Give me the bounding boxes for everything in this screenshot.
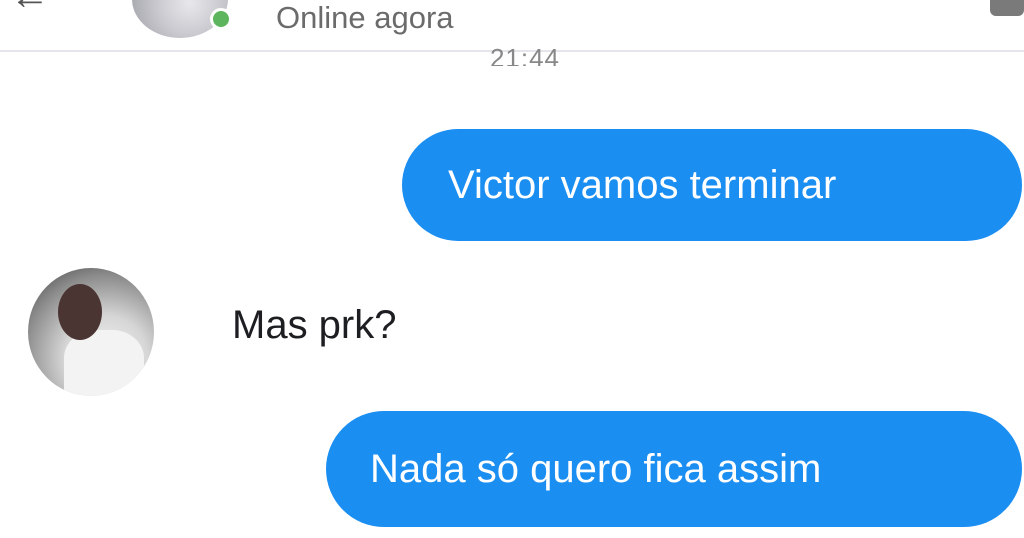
contact-avatar[interactable] xyxy=(28,268,154,396)
chat-screen: ← Online agora 21:44 Victor vamos termin… xyxy=(0,0,1024,538)
sent-message-bubble[interactable]: Victor vamos terminar xyxy=(402,129,1022,241)
message-text: Victor vamos terminar xyxy=(448,163,837,207)
back-arrow-icon[interactable]: ← xyxy=(10,0,60,16)
message-timestamp: 21:44 xyxy=(489,44,561,66)
online-status-dot xyxy=(210,8,232,30)
message-text: Mas prk? xyxy=(232,303,397,347)
message-text: Nada só quero fica assim xyxy=(370,447,822,491)
video-call-icon[interactable] xyxy=(990,0,1024,16)
online-status-text: Online agora xyxy=(276,0,454,35)
sent-message-bubble[interactable]: Nada só quero fica assim xyxy=(326,411,1022,527)
avatar-photo-face xyxy=(58,284,102,340)
received-message-bubble[interactable]: Mas prk? xyxy=(190,266,490,384)
avatar-photo-shirt xyxy=(64,330,144,396)
